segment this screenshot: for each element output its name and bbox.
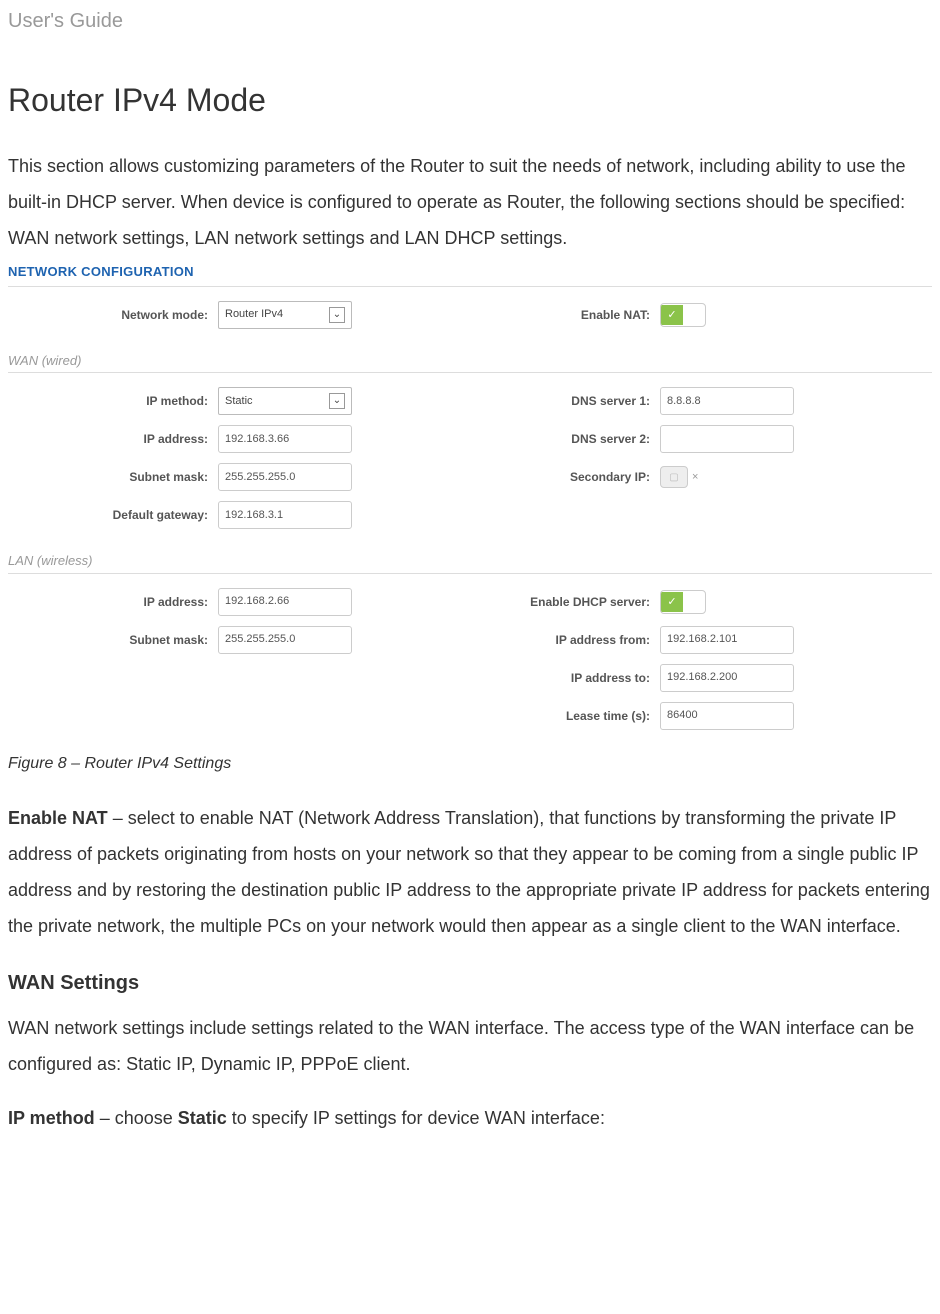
close-icon: × bbox=[692, 469, 698, 486]
ip-to-label: IP address to: bbox=[470, 669, 660, 687]
lan-group-header: LAN (wireless) bbox=[8, 551, 932, 571]
network-mode-value: Router IPv4 bbox=[225, 306, 283, 323]
enable-dhcp-toggle[interactable]: ✓ bbox=[660, 590, 706, 614]
default-gateway-input[interactable]: 192.168.3.1 bbox=[218, 501, 352, 529]
intro-paragraph: This section allows customizing paramete… bbox=[8, 148, 932, 256]
wan-settings-heading: WAN Settings bbox=[8, 968, 932, 998]
ipmethod-bold2: Static bbox=[178, 1108, 227, 1128]
wan-paragraph: WAN network settings include settings re… bbox=[8, 1010, 932, 1082]
dns2-label: DNS server 2: bbox=[470, 430, 660, 448]
ip-from-label: IP address from: bbox=[470, 631, 660, 649]
ip-address-input[interactable]: 192.168.3.66 bbox=[218, 425, 352, 453]
figure-network-config: NETWORK CONFIGURATION Network mode: Rout… bbox=[8, 262, 932, 740]
lan-ip-address-label: IP address: bbox=[8, 593, 218, 611]
page-header: User's Guide bbox=[8, 6, 932, 36]
enable-dhcp-label: Enable DHCP server: bbox=[470, 593, 660, 611]
subnet-mask-label: Subnet mask: bbox=[8, 468, 218, 486]
lease-label: Lease time (s): bbox=[470, 707, 660, 725]
nat-bold: Enable NAT bbox=[8, 808, 108, 828]
secondary-ip-toggle[interactable]: ▢ bbox=[660, 466, 688, 488]
dns1-input[interactable]: 8.8.8.8 bbox=[660, 387, 794, 415]
ip-address-label: IP address: bbox=[8, 430, 218, 448]
default-gateway-label: Default gateway: bbox=[8, 506, 218, 524]
lan-subnet-mask-label: Subnet mask: bbox=[8, 631, 218, 649]
chevron-down-icon: ⌄ bbox=[329, 307, 345, 323]
subnet-mask-input[interactable]: 255.255.255.0 bbox=[218, 463, 352, 491]
nat-paragraph: Enable NAT – select to enable NAT (Netwo… bbox=[8, 800, 932, 944]
figure-title: NETWORK CONFIGURATION bbox=[8, 262, 932, 282]
divider bbox=[8, 372, 932, 373]
figure-caption: Figure 8 – Router IPv4 Settings bbox=[8, 752, 932, 776]
ip-method-label: IP method: bbox=[8, 392, 218, 410]
chevron-down-icon: ⌄ bbox=[329, 393, 345, 409]
lan-subnet-mask-input[interactable]: 255.255.255.0 bbox=[218, 626, 352, 654]
enable-nat-toggle[interactable]: ✓ bbox=[660, 303, 706, 327]
dns2-input[interactable] bbox=[660, 425, 794, 453]
secondary-ip-label: Secondary IP: bbox=[470, 468, 660, 486]
ip-method-paragraph: IP method – choose Static to specify IP … bbox=[8, 1100, 932, 1136]
enable-nat-label: Enable NAT: bbox=[470, 306, 660, 324]
lan-ip-address-input[interactable]: 192.168.2.66 bbox=[218, 588, 352, 616]
ip-method-select[interactable]: Static ⌄ bbox=[218, 387, 352, 415]
ip-from-input[interactable]: 192.168.2.101 bbox=[660, 626, 794, 654]
wan-group-header: WAN (wired) bbox=[8, 351, 932, 371]
dns1-label: DNS server 1: bbox=[470, 392, 660, 410]
check-icon: ✓ bbox=[661, 305, 683, 325]
ip-method-value: Static bbox=[225, 393, 253, 410]
nat-text: – select to enable NAT (Network Address … bbox=[8, 808, 930, 936]
ipmethod-tail: to specify IP settings for device WAN in… bbox=[227, 1108, 605, 1128]
divider bbox=[8, 573, 932, 574]
lease-input[interactable]: 86400 bbox=[660, 702, 794, 730]
ipmethod-bold: IP method bbox=[8, 1108, 95, 1128]
divider bbox=[8, 286, 932, 287]
network-mode-select[interactable]: Router IPv4 ⌄ bbox=[218, 301, 352, 329]
check-icon: ✓ bbox=[661, 592, 683, 612]
ip-to-input[interactable]: 192.168.2.200 bbox=[660, 664, 794, 692]
ipmethod-mid: – choose bbox=[95, 1108, 178, 1128]
network-mode-label: Network mode: bbox=[8, 306, 218, 324]
section-title: Router IPv4 Mode bbox=[8, 76, 932, 124]
